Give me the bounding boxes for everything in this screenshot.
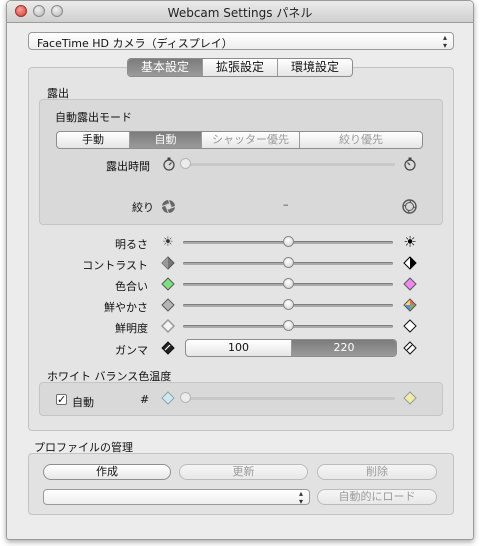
saturation-slider-knob[interactable] bbox=[283, 299, 294, 310]
sharpness-slider-knob[interactable] bbox=[283, 320, 294, 331]
white-balance-track bbox=[185, 397, 395, 400]
window-title: Webcam Settings パネル bbox=[167, 6, 313, 20]
brightness-slider-knob[interactable] bbox=[283, 236, 294, 247]
hue-label: 色合い bbox=[115, 280, 148, 293]
hue-slider-knob[interactable] bbox=[283, 278, 294, 289]
white-balance-warm-icon bbox=[402, 391, 418, 407]
saturation-high-icon bbox=[402, 298, 418, 314]
sharpness-label: 鮮明度 bbox=[115, 322, 148, 335]
camera-device-value: FaceTime HD カメラ（ディスプレイ） bbox=[37, 37, 233, 50]
profile-popup[interactable]: ▴ ▾ bbox=[43, 489, 310, 506]
stopwatch-icon bbox=[161, 157, 177, 173]
title-bar[interactable]: Webcam Settings パネル bbox=[7, 1, 473, 23]
gamma-label: ガンマ bbox=[115, 344, 148, 357]
saturation-label: 鮮やかさ bbox=[104, 301, 148, 314]
gamma-option-100[interactable]: 100 bbox=[186, 340, 292, 356]
aperture-open-icon bbox=[401, 199, 417, 215]
tab-preferences[interactable]: 環境設定 bbox=[278, 59, 352, 76]
exposure-mode-aperture-priority: 絞り優先 bbox=[339, 133, 383, 146]
white-balance-slider-knob bbox=[180, 392, 191, 403]
contrast-high-icon bbox=[402, 256, 418, 272]
contrast-label: コントラスト bbox=[82, 259, 148, 272]
exposure-time-track bbox=[185, 163, 395, 166]
white-balance-value-label: # bbox=[140, 393, 150, 406]
delete-profile-button: 削除 bbox=[317, 464, 437, 480]
hue-green-icon bbox=[160, 277, 176, 293]
aperture-label: 絞り bbox=[132, 201, 154, 214]
gamma-dark-icon bbox=[160, 341, 176, 357]
white-balance-auto-label: 自動 bbox=[72, 396, 94, 409]
aperture-value: – bbox=[283, 198, 289, 211]
exposure-mode-selector: 手動 自動 シャッター優先 絞り優先 bbox=[56, 131, 423, 149]
sharpness-low-icon bbox=[160, 318, 176, 335]
exposure-mode-shutter-priority: シャッター優先 bbox=[202, 132, 300, 148]
hue-magenta-icon bbox=[402, 277, 418, 293]
tab-basic[interactable]: 基本設定 bbox=[128, 59, 203, 76]
gamma-selector: 100 220 bbox=[185, 339, 397, 357]
gamma-light-icon bbox=[402, 341, 418, 357]
brightness-label: 明るさ bbox=[115, 238, 148, 251]
exposure-mode-auto[interactable]: 自動 bbox=[130, 132, 202, 148]
brightness-low-icon: ☀ bbox=[162, 235, 174, 250]
saturation-low-icon bbox=[160, 298, 176, 314]
contrast-low-icon bbox=[160, 256, 176, 272]
create-profile-button[interactable]: 作成 bbox=[43, 464, 171, 480]
tab-extended[interactable]: 拡張設定 bbox=[203, 59, 278, 76]
chevron-updown-icon: ▴ ▾ bbox=[442, 33, 447, 50]
exposure-time-slider-knob bbox=[180, 158, 191, 169]
sharpness-high-icon bbox=[402, 319, 418, 335]
tab-bar: 基本設定 拡張設定 環境設定 bbox=[127, 58, 353, 77]
auto-exposure-mode-title: 自動露出モード bbox=[55, 111, 132, 124]
aperture-closed-icon bbox=[160, 199, 176, 215]
brightness-high-icon: ☀ bbox=[403, 233, 417, 251]
auto-load-button: 自動的にロード bbox=[317, 489, 437, 505]
gamma-option-220[interactable]: 220 bbox=[292, 340, 396, 356]
white-balance-cool-icon bbox=[160, 391, 176, 407]
settings-window: Webcam Settings パネル FaceTime HD カメラ（ディスプ… bbox=[6, 0, 474, 540]
camera-device-popup[interactable]: FaceTime HD カメラ（ディスプレイ） ▴ ▾ bbox=[28, 32, 454, 50]
stopwatch-fast-icon bbox=[402, 157, 418, 173]
exposure-time-label: 露出時間 bbox=[106, 160, 150, 173]
update-profile-button: 更新 bbox=[179, 464, 308, 480]
exposure-mode-manual[interactable]: 手動 bbox=[57, 132, 130, 148]
contrast-slider-knob[interactable] bbox=[283, 257, 294, 268]
checkmark-icon: ✓ bbox=[57, 393, 67, 406]
chevron-updown-icon: ▴ ▾ bbox=[298, 489, 303, 506]
white-balance-auto-checkbox[interactable]: ✓ bbox=[56, 394, 67, 405]
profile-panel bbox=[28, 453, 454, 515]
